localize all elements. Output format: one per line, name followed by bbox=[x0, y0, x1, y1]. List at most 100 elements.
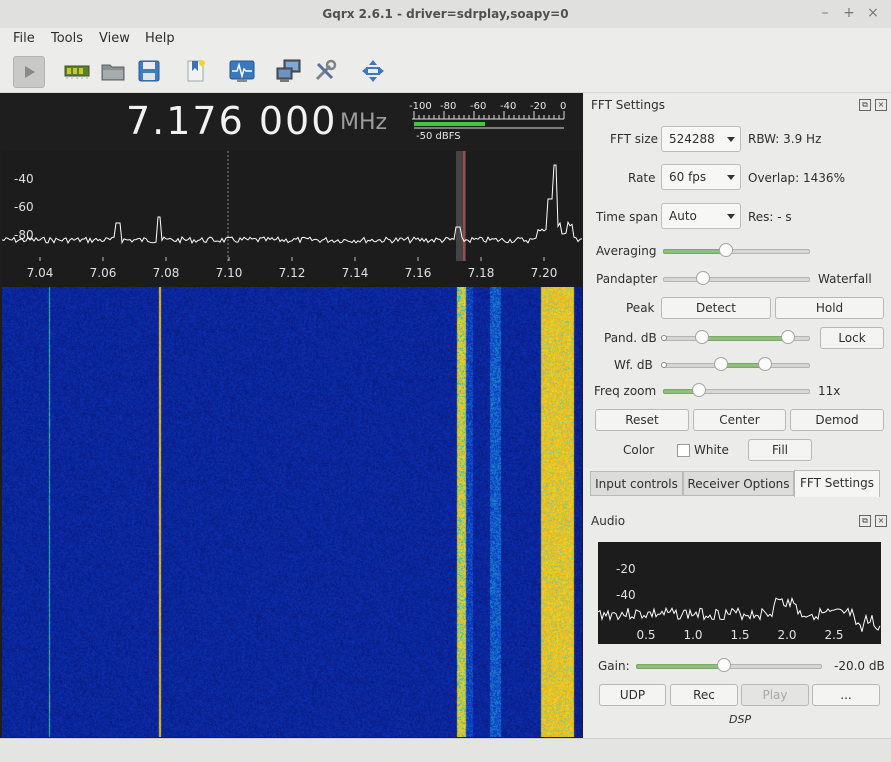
audio-y-tick-label: -20 bbox=[616, 562, 636, 576]
freq-zoom-value: 11x bbox=[818, 384, 841, 398]
menu-file[interactable]: File bbox=[13, 31, 35, 46]
maximize-button[interactable]: + bbox=[840, 4, 858, 22]
pand-x-tick-label: 7.14 bbox=[342, 266, 369, 280]
fft-size-value: 524288 bbox=[669, 132, 715, 146]
pand-x-tick-label: 7.08 bbox=[153, 266, 180, 280]
signal-meter: -100 -80 -60 -40 -20 0 -50 dBFS bbox=[408, 99, 568, 143]
pand-x-tick-label: 7.06 bbox=[90, 266, 117, 280]
meter-bar bbox=[414, 122, 485, 126]
center-icon[interactable] bbox=[358, 56, 388, 86]
audio-gain-slider[interactable] bbox=[636, 658, 822, 673]
audio-spectrum-trace bbox=[597, 596, 881, 632]
averaging-slider[interactable] bbox=[663, 243, 810, 258]
menu-tools[interactable]: Tools bbox=[51, 31, 83, 46]
demod-button[interactable]: Demod bbox=[790, 409, 884, 431]
pand-x-tick-label: 7.12 bbox=[279, 266, 306, 280]
audio-y-tick-label: -40 bbox=[616, 588, 636, 602]
toolbar bbox=[0, 50, 891, 93]
reset-button[interactable]: Reset bbox=[595, 409, 689, 431]
window-title: Gqrx 2.6.1 - driver=sdrplay,soapy=0 bbox=[322, 7, 569, 21]
close-dock-icon[interactable]: × bbox=[875, 99, 887, 111]
minimize-button[interactable]: – bbox=[816, 4, 834, 22]
wf-db-range-slider[interactable] bbox=[661, 357, 810, 372]
remote-control-icon[interactable] bbox=[227, 56, 257, 86]
pand-x-tick-label: 7.20 bbox=[531, 266, 558, 280]
freq-zoom-label: Freq zoom bbox=[594, 384, 657, 398]
audio-x-tick-label: 0.5 bbox=[636, 628, 655, 642]
chevron-down-icon bbox=[727, 214, 735, 219]
wf-db-label: Wf. dB bbox=[614, 358, 653, 372]
network-icon[interactable] bbox=[274, 56, 304, 86]
res-label: Res: - s bbox=[748, 210, 792, 224]
pand-y-tick-label: -40 bbox=[14, 172, 34, 186]
tab-receiver-options[interactable]: Receiver Options bbox=[683, 471, 794, 496]
menu-view[interactable]: View bbox=[99, 31, 130, 46]
open-icon[interactable] bbox=[98, 56, 128, 86]
pand-x-tick-label: 7.04 bbox=[27, 266, 54, 280]
gain-label: Gain: bbox=[598, 659, 630, 673]
udp-button[interactable]: UDP bbox=[599, 684, 666, 706]
center-button[interactable]: Center bbox=[693, 409, 786, 431]
audio-x-tick-label: 2.0 bbox=[777, 628, 796, 642]
tab-fft-settings[interactable]: FFT Settings bbox=[794, 470, 880, 497]
more-button[interactable]: ... bbox=[812, 684, 880, 706]
settings-icon[interactable] bbox=[310, 56, 340, 86]
lock-button[interactable]: Lock bbox=[820, 327, 884, 349]
color-label: Color bbox=[623, 443, 655, 457]
right-dock: FFT Settings ⧉ × FFT size 524288 RBW: 3.… bbox=[584, 93, 891, 738]
frequency-display: 7.176 000 MHz -100 -80 -60 -40 -20 0 -50… bbox=[2, 93, 582, 151]
pandapter-waterfall-slider[interactable] bbox=[663, 271, 810, 286]
rate-label: Rate bbox=[628, 171, 656, 185]
pand-db-label: Pand. dB bbox=[604, 331, 657, 345]
pand-db-range-slider[interactable] bbox=[661, 330, 810, 345]
frequency-unit: MHz bbox=[340, 110, 388, 135]
audio-title: Audio bbox=[591, 514, 626, 528]
dsp-label: DSP bbox=[729, 713, 752, 726]
pand-x-tick-label: 7.18 bbox=[468, 266, 495, 280]
fill-button[interactable]: Fill bbox=[748, 439, 812, 461]
frequency-value[interactable]: 7.176 000 bbox=[126, 99, 337, 143]
audio-x-tick-label: 1.5 bbox=[730, 628, 749, 642]
audio-x-tick-label: 1.0 bbox=[683, 628, 702, 642]
white-label: White bbox=[694, 443, 729, 457]
averaging-label: Averaging bbox=[596, 244, 657, 258]
time-span-combo[interactable]: Auto bbox=[661, 203, 741, 229]
pand-y-tick-label: -60 bbox=[14, 200, 34, 214]
close-button[interactable]: × bbox=[864, 4, 882, 22]
meter-scale bbox=[412, 111, 565, 129]
play-button[interactable]: Play bbox=[741, 684, 809, 706]
overlap-label: Overlap: 1436% bbox=[748, 171, 845, 185]
hardware-icon[interactable] bbox=[62, 56, 92, 86]
play-icon[interactable] bbox=[13, 56, 45, 88]
undock-icon[interactable]: ⧉ bbox=[859, 515, 871, 527]
undock-icon[interactable]: ⧉ bbox=[859, 99, 871, 111]
rate-value: 60 fps bbox=[669, 170, 707, 184]
pand-x-tick-label: 7.10 bbox=[216, 266, 243, 280]
hold-button[interactable]: Hold bbox=[775, 297, 884, 319]
time-span-value: Auto bbox=[669, 209, 697, 223]
pandapter-plot[interactable]: 7.04 7.06 7.08 7.10 7.12 7.14 7.16 7.18 7.20 -40 -… bbox=[1, 151, 583, 287]
chevron-down-icon bbox=[727, 175, 735, 180]
pandapter-label: Pandapter bbox=[596, 272, 658, 286]
white-checkbox[interactable] bbox=[677, 444, 690, 457]
menu-help[interactable]: Help bbox=[145, 31, 175, 46]
audio-fft-plot: -20 -40 0.5 1.0 1.5 2.0 2.5 bbox=[597, 542, 881, 644]
tab-input-controls[interactable]: Input controls bbox=[590, 471, 683, 496]
waterfall-display[interactable] bbox=[2, 287, 582, 737]
audio-x-tick-label: 2.5 bbox=[824, 628, 843, 642]
detect-button[interactable]: Detect bbox=[661, 297, 771, 319]
bookmark-icon[interactable] bbox=[181, 56, 211, 86]
spectrum-trace bbox=[1, 164, 583, 245]
title-bar: Gqrx 2.6.1 - driver=sdrplay,soapy=0 – + … bbox=[0, 0, 891, 29]
meter-reading: -50 dBFS bbox=[416, 131, 461, 142]
spectrum-panel: 7.176 000 MHz -100 -80 -60 -40 -20 0 -50… bbox=[0, 93, 583, 738]
rec-button[interactable]: Rec bbox=[670, 684, 738, 706]
fft-settings-title: FFT Settings bbox=[591, 98, 665, 112]
freq-zoom-slider[interactable] bbox=[663, 383, 810, 398]
rate-combo[interactable]: 60 fps bbox=[661, 164, 741, 190]
rbw-label: RBW: 3.9 Hz bbox=[748, 132, 822, 146]
close-dock-icon[interactable]: × bbox=[875, 515, 887, 527]
fft-size-combo[interactable]: 524288 bbox=[661, 126, 741, 152]
status-bar bbox=[0, 738, 891, 762]
save-icon[interactable] bbox=[134, 56, 164, 86]
